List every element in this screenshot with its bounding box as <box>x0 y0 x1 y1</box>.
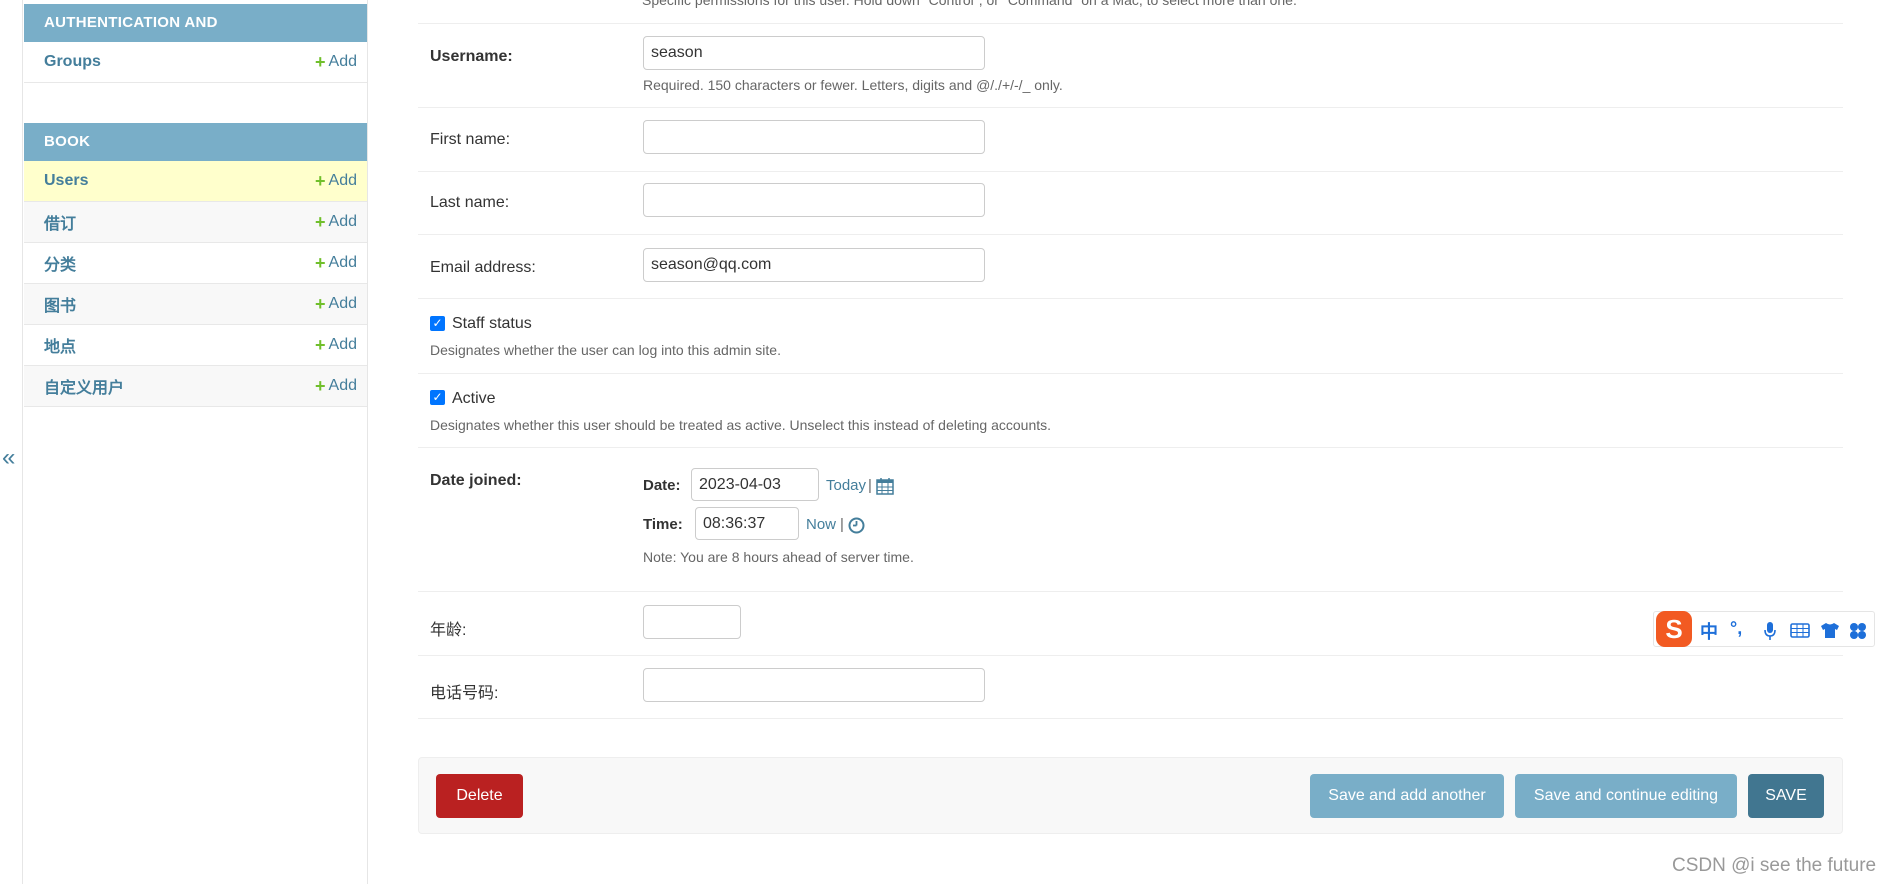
form-row-permissions-help: Specific permissions for this user. Hold… <box>418 0 1843 24</box>
age-label: 年龄: <box>430 622 467 639</box>
add-groups-link[interactable]: + Add <box>315 53 357 71</box>
ime-punctuation-mode[interactable]: °, <box>1730 618 1742 639</box>
sogou-logo-icon[interactable]: S <box>1655 610 1693 648</box>
add-label: Add <box>328 295 357 312</box>
module-auth: AUTHENTICATION AND AUTHORIZATION Groups … <box>24 4 367 83</box>
email-label: Email address: <box>430 259 536 276</box>
today-link[interactable]: Today <box>826 477 866 494</box>
active-checkbox[interactable]: ✓ <box>430 390 445 405</box>
time-label: Time: <box>643 516 683 533</box>
form-row-age: 年龄: <box>418 592 1843 656</box>
sidebar-item-label[interactable]: 借订 <box>44 210 76 234</box>
add-label: Add <box>328 213 357 230</box>
plus-icon: + <box>315 294 326 314</box>
separator: | <box>868 477 872 494</box>
form-row-username: Username: Required. 150 characters or fe… <box>418 24 1843 108</box>
email-input[interactable] <box>643 248 985 282</box>
save-button[interactable]: SAVE <box>1748 774 1824 818</box>
module-caption-book[interactable]: BOOK <box>24 123 367 161</box>
date-label: Date: <box>643 477 681 494</box>
permissions-help-text: Specific permissions for this user. Hold… <box>642 0 1297 8</box>
staff-status-label: Staff status <box>452 315 532 332</box>
plus-icon: + <box>315 52 326 72</box>
save-and-continue-button[interactable]: Save and continue editing <box>1515 774 1737 818</box>
add-label: Add <box>328 254 357 271</box>
submit-row: Delete Save and add another Save and con… <box>418 757 1843 834</box>
sidebar-item-label[interactable]: 图书 <box>44 292 76 316</box>
form-row-active: ✓ Active Designates whether this user sh… <box>418 374 1843 448</box>
apps-icon[interactable] <box>1849 622 1867 640</box>
age-input[interactable] <box>643 605 741 639</box>
sidebar-item-label[interactable]: 自定义用户 <box>44 374 124 398</box>
add-label: Add <box>328 53 357 70</box>
add-users-link[interactable]: + Add <box>315 172 357 190</box>
first-name-input[interactable] <box>643 120 985 154</box>
add-custom-user-link[interactable]: + Add <box>315 377 357 395</box>
change-form: Specific permissions for this user. Hold… <box>418 0 1843 884</box>
form-row-first-name: First name: <box>418 108 1843 172</box>
date-input[interactable] <box>691 468 819 501</box>
add-borrow-link[interactable]: + Add <box>315 213 357 231</box>
save-and-add-another-button[interactable]: Save and add another <box>1310 774 1504 818</box>
form-row-last-name: Last name: <box>418 172 1843 235</box>
staff-status-checkbox[interactable]: ✓ <box>430 316 445 331</box>
form-row-date-joined: Date joined: Date: Today | Time: Now | N… <box>418 448 1843 592</box>
sidebar-collapse-strip: « <box>0 0 23 884</box>
plus-icon: + <box>315 171 326 191</box>
now-link[interactable]: Now <box>806 516 836 533</box>
sidebar-item-books: 图书 + Add <box>24 284 367 325</box>
active-help: Designates whether this user should be t… <box>430 417 1052 433</box>
date-joined-label: Date joined: <box>430 472 522 489</box>
sidebar-item-label[interactable]: 分类 <box>44 251 76 275</box>
sidebar-nav: AUTHENTICATION AND AUTHORIZATION Groups … <box>24 0 368 884</box>
add-category-link[interactable]: + Add <box>315 254 357 272</box>
add-books-link[interactable]: + Add <box>315 295 357 313</box>
collapse-sidebar-button[interactable]: « <box>2 446 15 470</box>
add-label: Add <box>328 377 357 394</box>
form-row-phone: 电话号码: <box>418 656 1843 719</box>
sidebar-item-label[interactable]: Groups <box>44 53 101 71</box>
sidebar-item-custom-user: 自定义用户 + Add <box>24 366 367 407</box>
sogou-logo-text: S <box>1665 614 1682 644</box>
module-caption-auth[interactable]: AUTHENTICATION AND AUTHORIZATION <box>24 4 367 69</box>
watermark: CSDN @i see the future <box>1672 855 1877 876</box>
plus-icon: + <box>315 212 326 232</box>
plus-icon: + <box>315 335 326 355</box>
ime-toolbar: S 中 °, <box>1653 611 1875 647</box>
add-label: Add <box>328 336 357 353</box>
keyboard-icon[interactable] <box>1790 623 1810 638</box>
form-row-email: Email address: <box>418 235 1843 299</box>
username-help: Required. 150 characters or fewer. Lette… <box>643 77 1063 93</box>
staff-status-help: Designates whether the user can log into… <box>430 342 781 358</box>
sidebar-item-users: Users + Add <box>24 161 367 202</box>
shirt-icon[interactable] <box>1820 622 1840 639</box>
phone-input[interactable] <box>643 668 985 702</box>
time-input[interactable] <box>695 507 799 540</box>
separator: | <box>840 516 844 533</box>
add-label: Add <box>328 172 357 189</box>
last-name-label: Last name: <box>430 194 510 211</box>
timezone-note: Note: You are 8 hours ahead of server ti… <box>643 549 914 565</box>
sidebar-item-borrow: 借订 + Add <box>24 202 367 243</box>
delete-button[interactable]: Delete <box>436 774 523 818</box>
mic-icon[interactable] <box>1763 621 1777 641</box>
sidebar-item-category: 分类 + Add <box>24 243 367 284</box>
plus-icon: + <box>315 376 326 396</box>
first-name-label: First name: <box>430 131 511 148</box>
sidebar-item-location: 地点 + Add <box>24 325 367 366</box>
add-location-link[interactable]: + Add <box>315 336 357 354</box>
clock-icon[interactable] <box>848 517 865 534</box>
ime-chinese-mode[interactable]: 中 <box>1700 618 1718 644</box>
module-book: BOOK Users + Add 借订 + Add 分类 + Add 图书 + Add … <box>24 123 367 407</box>
username-label: Username: <box>430 48 513 65</box>
last-name-input[interactable] <box>643 183 985 217</box>
active-label: Active <box>452 390 496 407</box>
phone-label: 电话号码: <box>430 685 499 702</box>
calendar-icon[interactable] <box>876 477 894 495</box>
plus-icon: + <box>315 253 326 273</box>
sidebar-item-label[interactable]: Users <box>44 172 88 190</box>
sidebar-item-label[interactable]: 地点 <box>44 333 76 357</box>
form-row-staff-status: ✓ Staff status Designates whether the us… <box>418 299 1843 374</box>
username-input[interactable] <box>643 36 985 70</box>
